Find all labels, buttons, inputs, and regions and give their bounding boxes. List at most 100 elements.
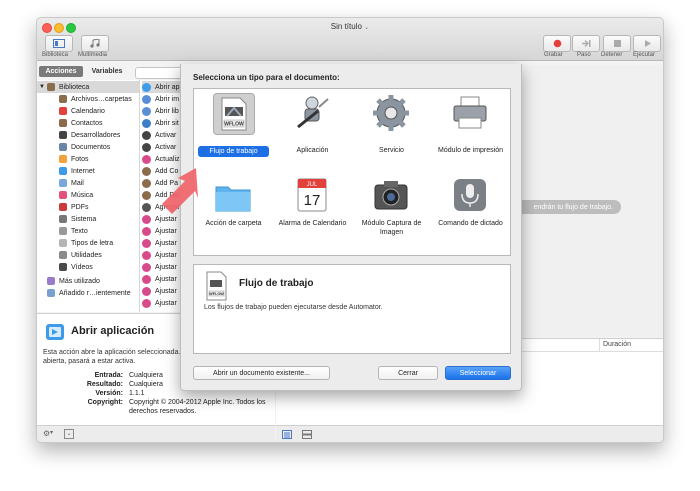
workflow-hint: endrán tu flujo de trabajo.	[511, 200, 621, 214]
library-item[interactable]: Texto	[59, 225, 139, 237]
log-view-icon[interactable]	[302, 430, 312, 439]
action-icon	[142, 142, 151, 152]
run-icon	[644, 40, 651, 47]
document-type-sheet: Selecciona un tipo para el documento: WF…	[180, 64, 522, 391]
type-print-plugin-label: Módulo de impresión	[438, 147, 503, 154]
run-button[interactable]	[633, 35, 661, 52]
library-smart-item[interactable]: Añadido r…ientemente	[47, 287, 139, 299]
type-dictation-command[interactable]: Comando de dictado	[431, 171, 510, 251]
type-workflow[interactable]: WFLOW Flujo de trabajo	[194, 89, 273, 169]
action-item-label: Ajustar	[155, 251, 177, 259]
close-sheet-button[interactable]: Cerrar	[378, 366, 438, 380]
open-existing-document-button[interactable]: Abrir un documento existente...	[193, 366, 330, 380]
library-item[interactable]: Vídeos	[59, 261, 139, 273]
category-icon	[59, 227, 67, 235]
library-smart-item[interactable]: Más utilizado	[47, 275, 139, 287]
type-print-plugin[interactable]: Módulo de impresión	[431, 89, 510, 169]
library-item[interactable]: Sistema	[59, 213, 139, 225]
library-item[interactable]: Tipos de letra	[59, 237, 139, 249]
library-item-label: Archivos…carpetas	[71, 95, 132, 103]
workflow-bottom-bar	[276, 425, 663, 442]
copyright-value: Copyright © 2004-2012 Apple Inc. Todos l…	[129, 399, 266, 415]
type-image-capture[interactable]: Módulo Captura de Imagen	[352, 171, 431, 251]
gear-menu-chevron-icon[interactable]: ▾	[50, 429, 53, 436]
action-item-label: Ajustar	[155, 275, 177, 283]
action-item-label: Abrir sit	[155, 119, 179, 127]
sheet-title: Selecciona un tipo para el documento:	[193, 73, 340, 82]
library-item-label: PDFs	[71, 203, 89, 211]
category-icon	[59, 251, 67, 259]
action-item-label: Ajustar	[155, 263, 177, 271]
action-item-label: Ajustar	[155, 227, 177, 235]
titlebar: Sin título ⌄ Biblioteca Multimedia Graba…	[37, 18, 663, 61]
library-item[interactable]: Internet	[59, 165, 139, 177]
folder-icon	[215, 186, 251, 212]
library-item[interactable]: Contactos	[59, 117, 139, 129]
toggle-info-icon[interactable]: ⌄	[64, 429, 74, 439]
action-icon	[142, 274, 151, 284]
library-item[interactable]: Música	[59, 189, 139, 201]
library-item[interactable]: Fotos	[59, 153, 139, 165]
library-item-label: Documentos	[71, 143, 111, 151]
input-label: Entrada:	[94, 372, 123, 379]
stop-label: Detener	[601, 52, 623, 58]
category-icon	[59, 155, 67, 163]
library-item-label: Fotos	[71, 155, 89, 163]
media-toolbar-label: Multimedia	[78, 52, 108, 58]
library-item-label: Contactos	[71, 119, 103, 127]
action-item-label: Abrir ap	[155, 83, 180, 91]
type-calendar-alarm[interactable]: JUL 17 Alarma de Calendario	[273, 171, 352, 251]
action-title: Abrir aplicación	[71, 325, 155, 337]
stop-button[interactable]	[603, 35, 631, 52]
action-icon	[142, 94, 151, 104]
action-icon	[142, 286, 151, 296]
workflow-small-icon: WFLOW	[206, 271, 227, 301]
workflow-file-icon: WFLOW	[221, 97, 247, 131]
action-search-input[interactable]	[135, 67, 185, 79]
stop-icon	[613, 40, 621, 47]
tab-variables[interactable]: Variables	[86, 66, 128, 77]
type-service[interactable]: Servicio	[352, 89, 431, 169]
library-item-label: Música	[71, 191, 94, 199]
action-icon	[142, 226, 151, 236]
list-view-icon[interactable]	[282, 430, 292, 439]
category-icon	[59, 263, 67, 271]
result-value: Cualquiera	[129, 381, 163, 388]
step-button[interactable]	[572, 35, 600, 52]
library-item[interactable]: Calendario	[59, 105, 139, 117]
category-icon	[59, 191, 67, 199]
library-item[interactable]: PDFs	[59, 201, 139, 213]
input-value: Cualquiera	[129, 372, 163, 379]
run-label: Ejecutar	[633, 52, 656, 58]
camera-icon	[374, 181, 408, 210]
record-button[interactable]	[543, 35, 571, 52]
library-root-row[interactable]: ▼ Biblioteca	[37, 81, 139, 93]
library-item[interactable]: Archivos…carpetas	[59, 93, 139, 105]
printer-icon	[453, 96, 487, 129]
action-icon	[142, 298, 151, 308]
library-item-label: Desarrolladores	[71, 131, 121, 139]
library-item-label: Texto	[71, 227, 88, 235]
media-toolbar-button[interactable]	[81, 35, 109, 52]
category-icon	[59, 131, 67, 139]
disclosure-triangle-icon[interactable]: ▼	[39, 84, 45, 90]
category-icon	[59, 107, 67, 115]
library-item[interactable]: Mail	[59, 177, 139, 189]
action-icon	[142, 82, 151, 92]
type-application[interactable]: Aplicación	[273, 89, 352, 169]
library-toolbar-button[interactable]	[45, 35, 73, 52]
tab-acciones[interactable]: Acciones	[39, 66, 83, 77]
library-smart-item-label: Añadido r…ientemente	[59, 289, 131, 297]
log-duration-header: Duración	[603, 341, 632, 348]
type-application-label: Aplicación	[296, 147, 329, 154]
choose-button[interactable]: Seleccionar	[445, 366, 511, 380]
library-item[interactable]: Desarrolladores	[59, 129, 139, 141]
library-item[interactable]: Documentos	[59, 141, 139, 153]
action-icon	[142, 154, 151, 164]
action-item-label: Activar	[155, 131, 177, 139]
action-icon	[142, 238, 151, 248]
category-icon	[59, 215, 67, 223]
action-icon	[142, 190, 151, 200]
category-icon	[59, 179, 67, 187]
library-item[interactable]: Utilidades	[59, 249, 139, 261]
